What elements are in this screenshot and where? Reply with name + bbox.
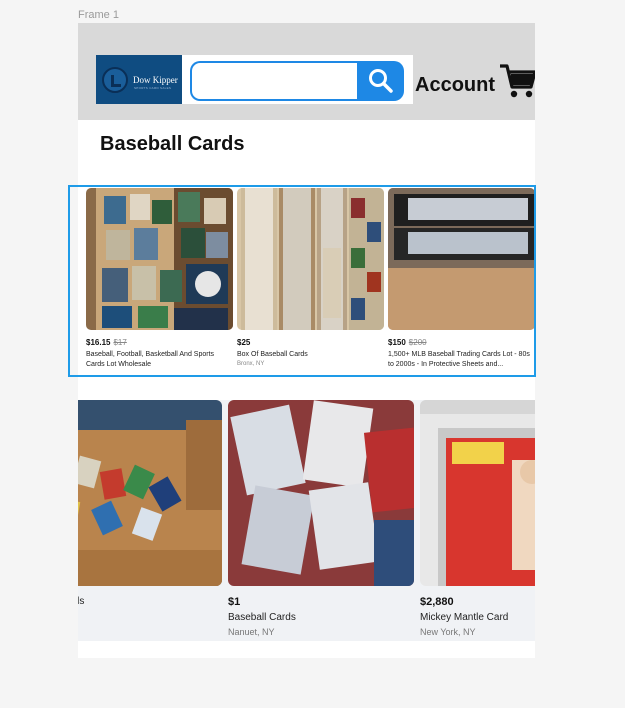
listing-location: Nanuet, NY xyxy=(228,627,275,637)
search-input[interactable] xyxy=(190,61,360,101)
listing-image xyxy=(78,400,222,586)
logo-mark-icon xyxy=(102,66,128,93)
page-title: Baseball Cards xyxy=(100,133,245,155)
listing-image xyxy=(388,188,535,330)
listing-location: Bronx, NY xyxy=(237,361,265,367)
listing-title: eball cards xyxy=(78,596,85,607)
logo-tagline: SPORTS CARD SALES xyxy=(134,86,172,90)
listing-price: $2,880 xyxy=(420,596,454,608)
search-icon xyxy=(368,69,393,93)
listing-title: 1,500+ MLB Baseball Trading Cards Lot - … xyxy=(388,351,530,368)
listing-card[interactable]: $2,880 Mickey Mantle Card New York, NY xyxy=(420,400,535,637)
listing-image xyxy=(86,188,233,330)
cart-icon[interactable] xyxy=(499,63,535,99)
search-button[interactable] xyxy=(357,61,404,101)
listing-location: New York, NY xyxy=(420,627,476,637)
listing-old-price: $17 xyxy=(113,338,127,347)
listing-image xyxy=(228,400,414,586)
listing-title: Baseball, Football, Basketball And Sport… xyxy=(86,351,215,368)
listing-image xyxy=(237,188,384,330)
search-bar xyxy=(182,55,413,104)
listing-card[interactable]: $16.15 $17 Baseball, Football, Basketball… xyxy=(86,188,233,370)
listing-title: Baseball Cards xyxy=(228,612,296,623)
featured-row: $16.15 $17 Baseball, Football, Basketball… xyxy=(78,185,535,375)
listings-row: eball cards $1 Baseball Cards Nanuet, NY xyxy=(78,400,535,641)
listing-card[interactable]: $1 Baseball Cards Nanuet, NY xyxy=(228,400,414,637)
listing-price: $150 $200 xyxy=(388,338,427,347)
listing-price: $25 xyxy=(237,338,251,347)
listing-title: Mickey Mantle Card xyxy=(420,612,509,623)
listing-old-price: $200 xyxy=(408,338,427,347)
app-frame: Dow Kipper SPORTS CARD SALES Account Bas… xyxy=(78,23,535,658)
listing-title: Box Of Baseball Cards xyxy=(237,351,308,358)
listing-image xyxy=(420,400,535,586)
listing-price: $16.15 $17 xyxy=(86,338,127,347)
logo-text: Dow Kipper xyxy=(133,74,178,85)
listing-card[interactable]: eball cards xyxy=(78,400,222,611)
listing-card[interactable]: $150 $200 1,500+ MLB Baseball Trading Car… xyxy=(388,188,535,370)
frame-label: Frame 1 xyxy=(78,9,119,21)
account-link[interactable]: Account xyxy=(415,74,495,97)
header: Dow Kipper SPORTS CARD SALES Account xyxy=(78,23,535,120)
listing-price: $1 xyxy=(228,596,241,608)
listing-card[interactable]: $25 Box Of Baseball Cards Bronx, NY xyxy=(237,188,384,367)
logo[interactable]: Dow Kipper SPORTS CARD SALES xyxy=(96,55,182,104)
